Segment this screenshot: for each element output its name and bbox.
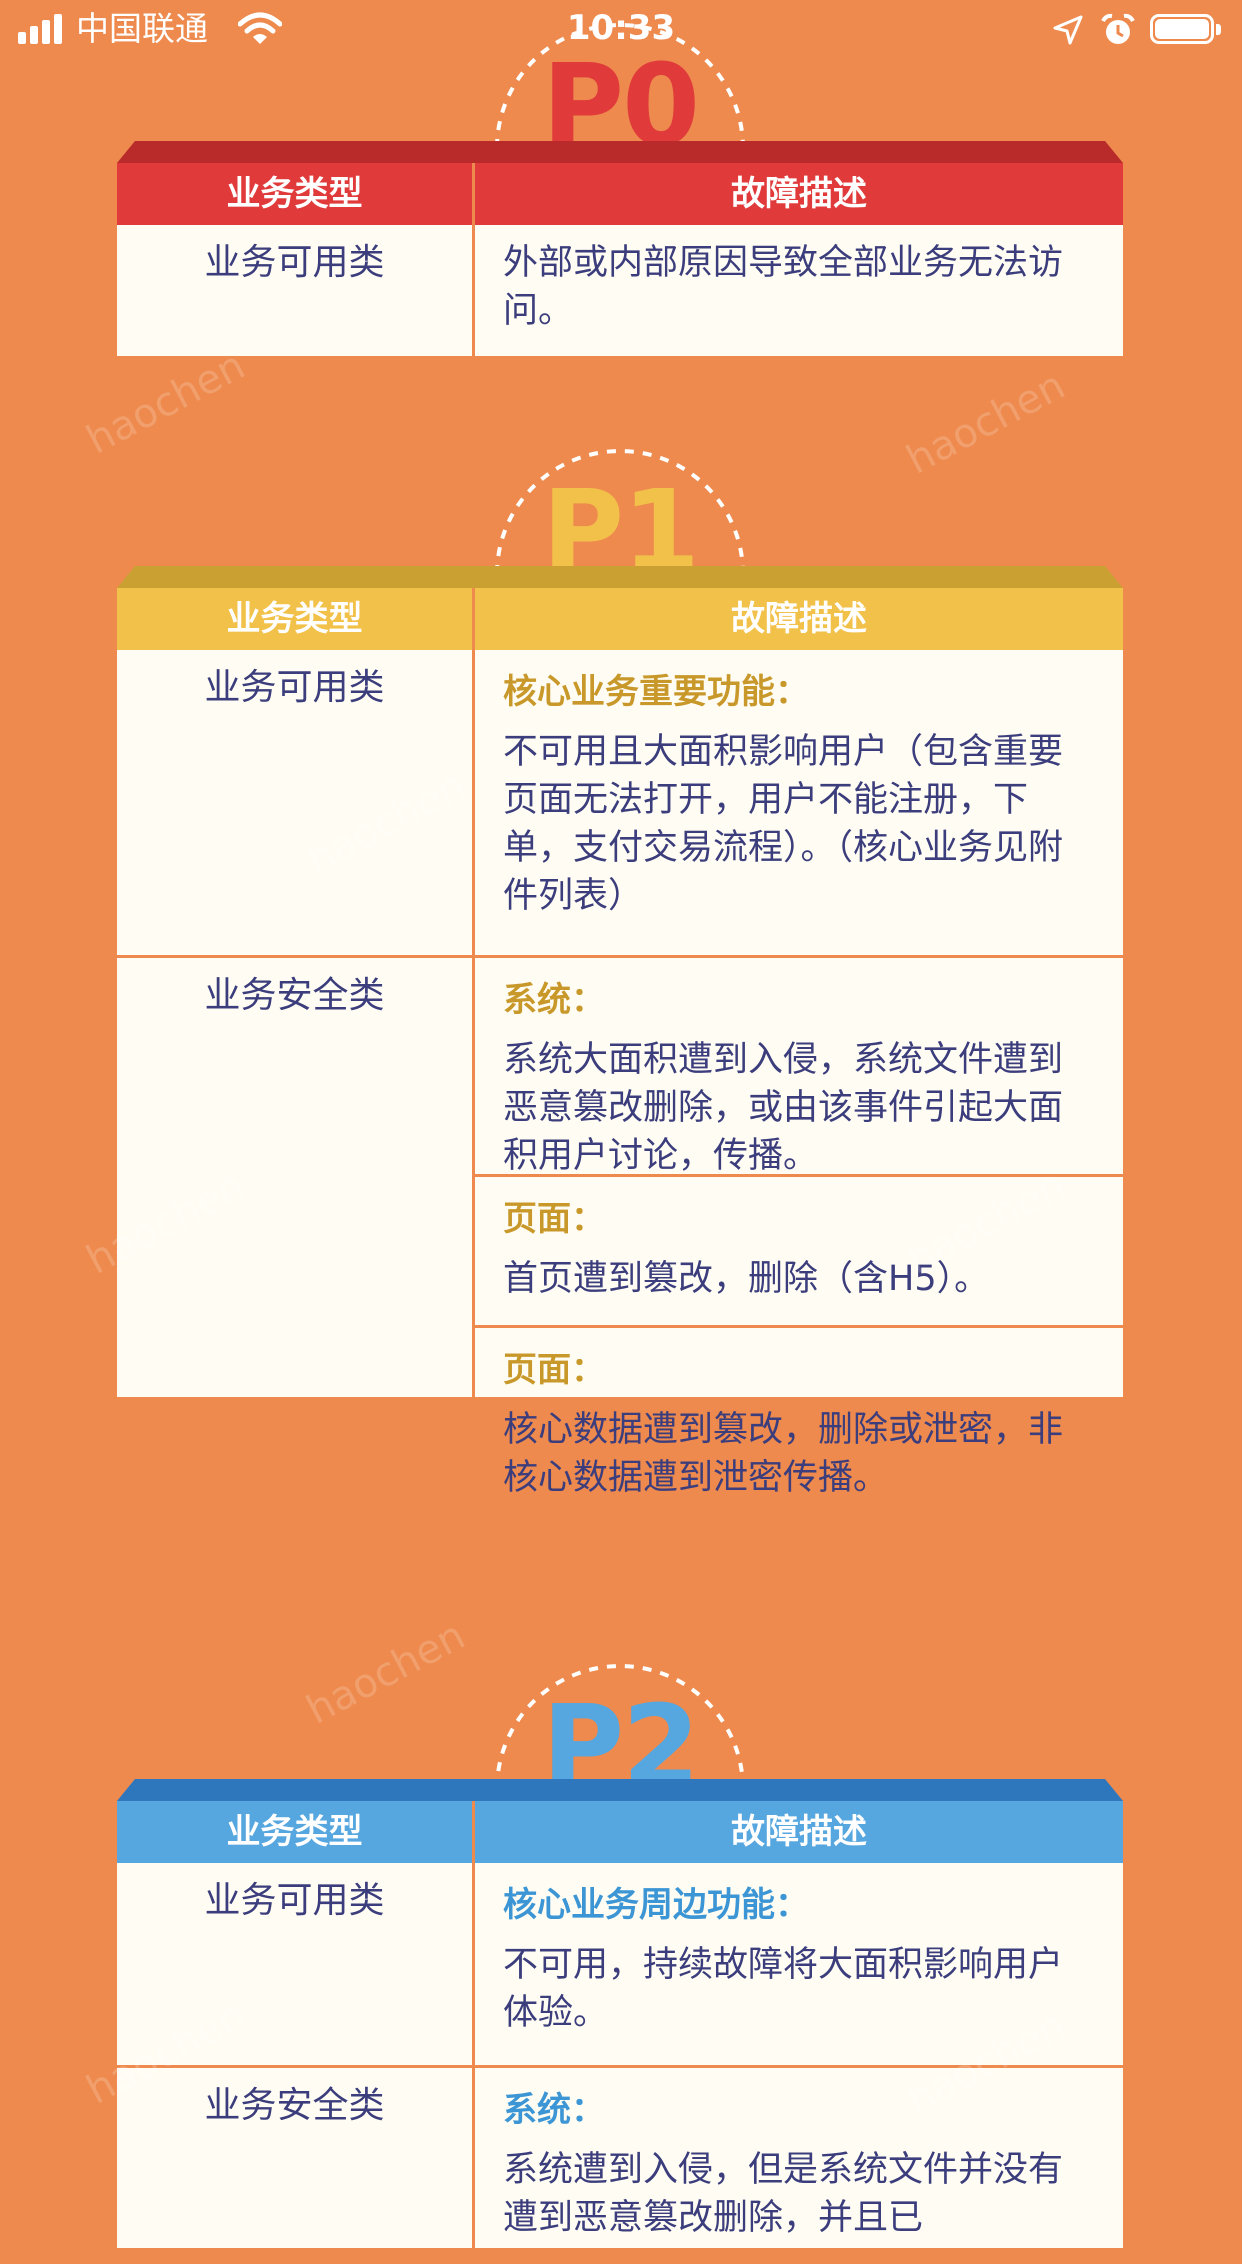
header-fault-description: 故障描述: [731, 599, 867, 639]
priority-table-p0: 业务类型 故障描述 业务可用类 外部或内部原因导致全部业务无法访问。: [117, 141, 1123, 356]
header-business-type: 业务类型: [117, 1801, 475, 1863]
fault-item: 系统： 系统大面积遭到入侵，系统文件遭到恶意篡改删除，或由该事件引起大面积用户讨…: [475, 958, 1123, 1177]
fault-item: 页面： 核心数据遭到篡改，删除或泄密，非核心数据遭到泄密传播。: [475, 1328, 1123, 1524]
watermark-text: haochen: [299, 1612, 473, 1734]
fault-item-text: 不可用且大面积影响用户（包含重要页面无法打开，用户不能注册，下单，支付交易流程）…: [503, 732, 1064, 916]
header-fault-description: 故障描述: [731, 174, 867, 214]
fault-description-cell: 外部或内部原因导致全部业务无法访问。: [475, 225, 1123, 356]
priority-badge-p2: P2: [493, 1661, 747, 1803]
table-body: 业务可用类 核心业务重要功能： 不可用且大面积影响用户（包含重要页面无法打开，用…: [117, 650, 1123, 1498]
table-top-lip: [117, 566, 1123, 588]
header-business-type: 业务类型: [117, 163, 475, 225]
table-body: 业务可用类 外部或内部原因导致全部业务无法访问。: [117, 225, 1123, 356]
priority-table-p2: 业务类型 故障描述 业务可用类 核心业务周边功能： 不可用，持续故障将大面积影响…: [117, 1779, 1123, 2248]
priority-badge-p0: P0: [493, 20, 747, 162]
fault-item-text: 不可用，持续故障将大面积影响用户体验。: [503, 1945, 1064, 2033]
fault-description-text: 外部或内部原因导致全部业务无法访问。: [503, 243, 1064, 331]
fault-description-cell: 核心业务重要功能： 不可用且大面积影响用户（包含重要页面无法打开，用户不能注册，…: [475, 650, 1123, 955]
fault-item-text: 系统遭到入侵，但是系统文件并没有遭到恶意篡改删除，并且已: [503, 2150, 1064, 2238]
table-row: 业务可用类 核心业务周边功能： 不可用，持续故障将大面积影响用户体验。: [117, 1863, 1123, 2068]
fault-item-heading: 核心业务周边功能：: [503, 1885, 809, 1925]
table-top-lip: [117, 141, 1123, 163]
watermark-text: haochen: [899, 362, 1073, 484]
priority-table-p1: 业务类型 故障描述 业务可用类 核心业务重要功能： 不可用且大面积影响用户（包含…: [117, 566, 1123, 1498]
location-arrow-icon: [1053, 15, 1083, 45]
table-row: 业务安全类 系统： 系统大面积遭到入侵，系统文件遭到恶意篡改删除，或由该事件引起…: [117, 958, 1123, 1498]
table-header: 业务类型 故障描述: [117, 163, 1123, 225]
header-business-type: 业务类型: [117, 588, 475, 650]
header-fault-description: 故障描述: [731, 1812, 867, 1852]
business-type-cell: 业务安全类: [117, 958, 475, 1397]
fault-item-heading: 核心业务重要功能：: [503, 672, 809, 712]
watermark-text: haochen: [79, 342, 253, 464]
fault-item-heading: 页面：: [503, 1350, 605, 1390]
fault-item: 系统： 系统遭到入侵，但是系统文件并没有遭到恶意篡改删除，并且已: [475, 2068, 1123, 2264]
alarm-clock-icon: [1101, 13, 1135, 44]
fault-item-text: 首页遭到篡改，删除（含H5）。: [503, 1259, 990, 1299]
fault-item: 核心业务重要功能： 不可用且大面积影响用户（包含重要页面无法打开，用户不能注册，…: [475, 650, 1123, 942]
fault-item-text: 核心数据遭到篡改，删除或泄密，非核心数据遭到泄密传播。: [503, 1410, 1064, 1498]
table-row: 业务可用类 外部或内部原因导致全部业务无法访问。: [117, 225, 1123, 356]
fault-item-heading: 系统：: [503, 980, 605, 1020]
table-top-lip: [117, 1779, 1123, 1801]
table-header: 业务类型 故障描述: [117, 588, 1123, 650]
priority-badge-p1: P1: [493, 446, 747, 588]
fault-description-cell: 系统： 系统遭到入侵，但是系统文件并没有遭到恶意篡改删除，并且已: [475, 2068, 1123, 2248]
fault-item-text: 系统大面积遭到入侵，系统文件遭到恶意篡改删除，或由该事件引起大面积用户讨论，传播…: [503, 1040, 1064, 1176]
table-header: 业务类型 故障描述: [117, 1801, 1123, 1863]
business-type-cell: 业务可用类: [117, 225, 475, 356]
table-row: 业务可用类 核心业务重要功能： 不可用且大面积影响用户（包含重要页面无法打开，用…: [117, 650, 1123, 958]
fault-item-heading: 系统：: [503, 2090, 605, 2130]
business-type-cell: 业务安全类: [117, 2068, 475, 2248]
battery-icon: [1150, 14, 1222, 46]
